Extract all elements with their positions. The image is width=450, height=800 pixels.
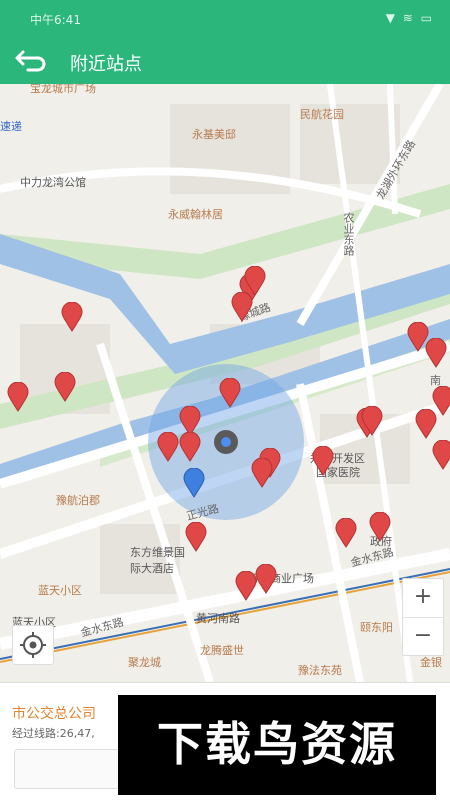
poi-yuhang: 豫航泊郡: [56, 494, 100, 507]
locate-button[interactable]: [12, 625, 54, 665]
bus-stop-pin-icon[interactable]: [185, 522, 207, 552]
poi-yiyuan: 颐东阳: [360, 621, 393, 634]
status-bar: 中午6:41 ▼ ≋ ▭: [0, 0, 450, 38]
status-time: 中午6:41: [30, 13, 81, 27]
poi-dongfang: 东方维景国际大酒店: [130, 546, 185, 575]
back-arrow-icon[interactable]: [14, 48, 48, 74]
bus-stop-pin-icon[interactable]: [219, 378, 241, 408]
zoom-control: + −: [402, 578, 444, 656]
locate-icon: [20, 632, 46, 658]
bus-stop-pin-icon[interactable]: [7, 382, 29, 412]
watermark-banner: 下载鸟资源: [118, 695, 436, 795]
poi-jiulong: 聚龙城: [128, 656, 161, 669]
bus-stop-pin-icon[interactable]: [335, 518, 357, 548]
zoom-out-button[interactable]: −: [403, 618, 443, 657]
poi-zhongli: 中力龙湾公馆: [20, 176, 86, 189]
poi-yongji: 永基美邸: [192, 128, 236, 141]
bus-stop-pin-icon[interactable]: [255, 564, 277, 594]
bus-stop-pin-icon[interactable]: [235, 571, 257, 601]
bus-stop-pin-icon[interactable]: [369, 512, 391, 542]
road-huanghe: 黄河南路: [196, 612, 240, 625]
poi-lantian-1: 蓝天小区: [38, 584, 82, 597]
poi-yongwei: 永威翰林居: [168, 208, 223, 221]
map-view[interactable]: 宝龙城市广场 民航花园 永基美邸 中力龙湾公馆 龙湖外环东路 永威翰林居 农业东…: [0, 84, 450, 682]
poi-su: 速递: [0, 120, 22, 133]
app-bar: 附近站点: [0, 38, 450, 84]
selected-stop-pin-icon[interactable]: [183, 468, 205, 498]
bus-stop-pin-icon[interactable]: [312, 446, 334, 476]
bus-stop-pin-icon[interactable]: [54, 372, 76, 402]
bus-stop-pin-icon[interactable]: [251, 458, 273, 488]
road-nongye: 农业东路: [342, 212, 355, 256]
status-icons: ▼ ≋ ▭: [385, 11, 434, 25]
page-title: 附近站点: [70, 54, 142, 75]
poi-yufa: 豫法东苑: [298, 664, 342, 677]
bus-stop-pin-icon[interactable]: [425, 338, 447, 368]
poi-minhang: 民航花园: [300, 108, 344, 121]
bus-stop-pin-icon[interactable]: [179, 432, 201, 462]
bus-stop-pin-icon[interactable]: [231, 292, 253, 322]
poi-longteng: 龙腾盛世: [200, 644, 244, 657]
bus-stop-pin-icon[interactable]: [61, 302, 83, 332]
zoom-in-button[interactable]: +: [403, 579, 443, 618]
stop-name[interactable]: 市公交总公司: [12, 703, 96, 723]
bus-stop-pin-icon[interactable]: [157, 432, 179, 462]
bus-stop-pin-icon[interactable]: [361, 406, 383, 436]
bus-stop-pin-icon[interactable]: [432, 440, 450, 470]
stop-lines: 经过线路:26,47,: [12, 727, 95, 740]
bus-stop-pin-icon[interactable]: [432, 386, 450, 416]
poi-baolong: 宝龙城市广场: [30, 84, 96, 95]
